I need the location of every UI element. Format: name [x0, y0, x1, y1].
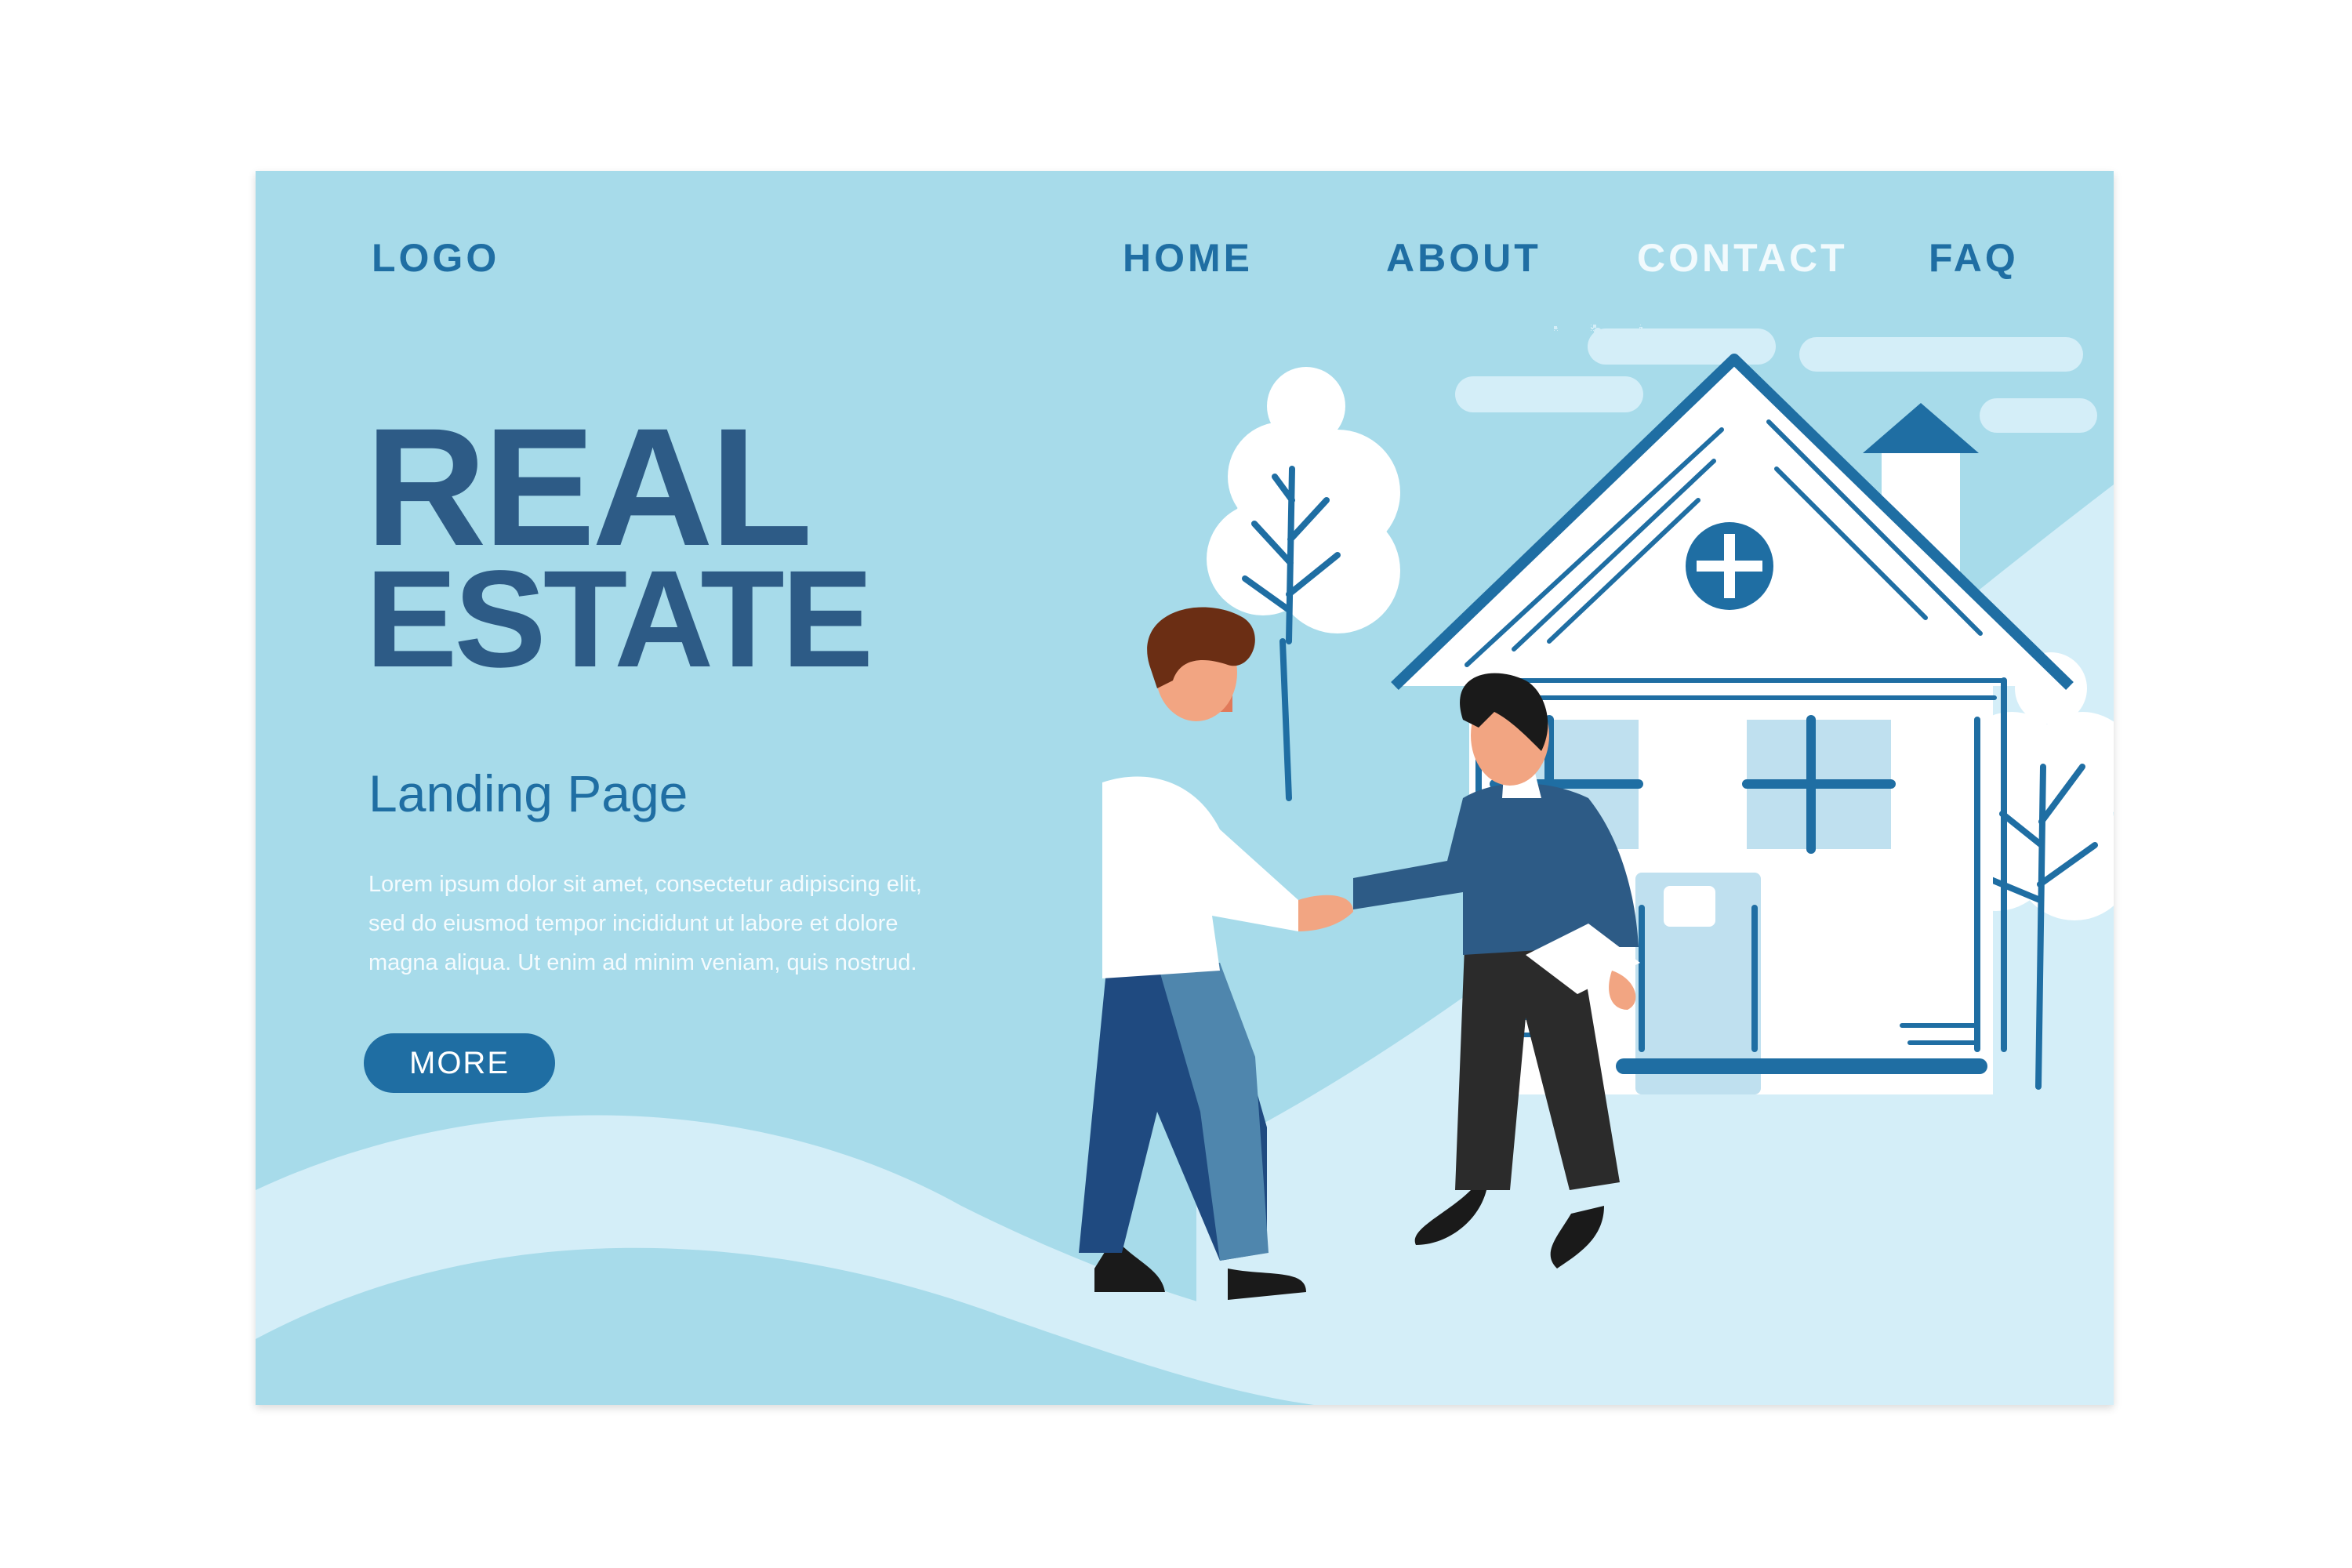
hero-body-line1: Lorem ipsum dolor sit amet, consectetur …	[368, 872, 922, 897]
nav-faq[interactable]: FAQ	[1929, 235, 2019, 281]
nav-about[interactable]: ABOUT	[1386, 235, 1541, 281]
hero-body-line3: magna aliqua. Ut enim ad minim veniam, q…	[368, 950, 917, 975]
nav-contact[interactable]: CONTACT	[1637, 235, 1848, 281]
more-button[interactable]: MORE	[364, 1033, 555, 1093]
landing-card: LOGO HOME ABOUT CONTACT FAQ REAL ESTATE …	[256, 171, 2114, 1405]
hero-title: REAL ESTATE	[365, 394, 873, 696]
hero-body-line2: sed do eiusmod tempor incididunt ut labo…	[368, 911, 898, 936]
nav-home[interactable]: HOME	[1123, 235, 1253, 281]
hero-subtitle: Landing Page	[368, 764, 688, 822]
hero-title-line1: REAL	[365, 394, 813, 581]
hero-title-line2: ESTATE	[365, 543, 873, 696]
logo[interactable]: LOGO	[372, 235, 499, 281]
hero-body-text: Lorem ipsum dolor sit amet, consectetur …	[368, 865, 1058, 982]
tree-left	[1207, 367, 1400, 801]
